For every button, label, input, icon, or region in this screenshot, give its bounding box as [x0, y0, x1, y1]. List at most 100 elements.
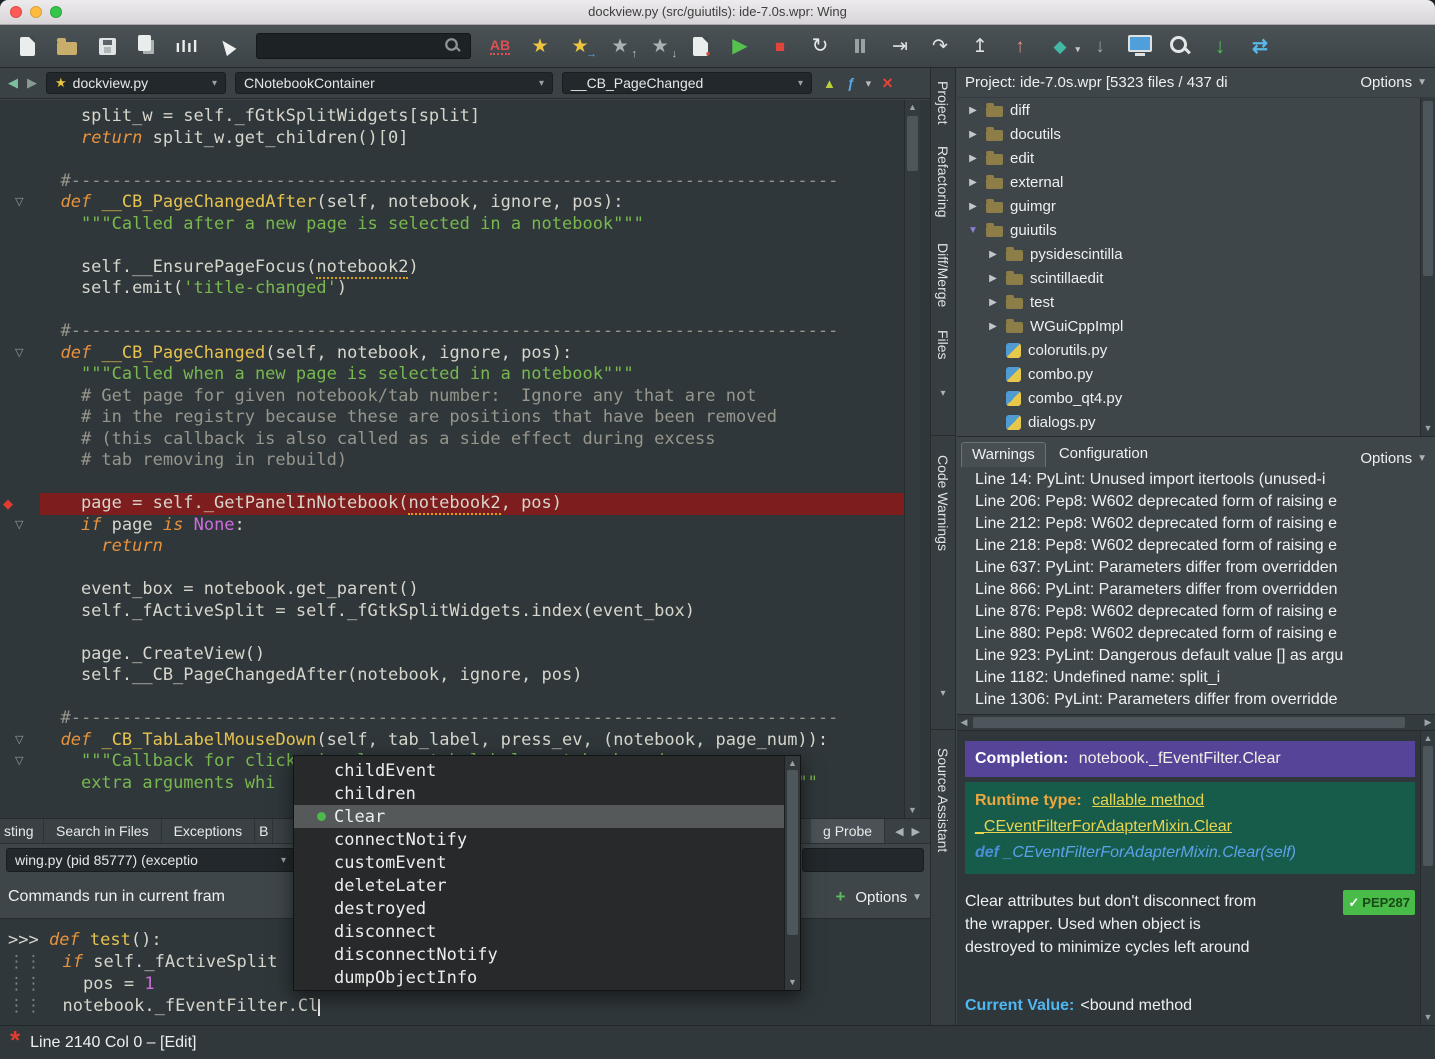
console-line[interactable]: ⋮⋮ notebook._fEventFilter.Cl [8, 995, 930, 1017]
gutter[interactable] [0, 278, 40, 300]
update-button[interactable]: ↓ [1201, 30, 1239, 62]
tab-configuration[interactable]: Configuration [1048, 441, 1159, 467]
scroll-up-icon[interactable]: ▲ [785, 757, 800, 770]
warning-row[interactable]: Line 876: Pep8: W602 deprecated form of … [975, 601, 1435, 623]
code-line[interactable]: self.emit('title-changed') [0, 278, 905, 300]
tree-item-colorutils-py[interactable]: colorutils.py [957, 338, 1421, 362]
scroll-right-icon[interactable]: ▶ [1421, 715, 1435, 730]
new-file-button[interactable] [8, 30, 46, 62]
expand-arrow-icon[interactable]: ▶ [967, 129, 979, 140]
gutter[interactable] [0, 364, 40, 386]
scrollbar-thumb[interactable] [1423, 101, 1433, 276]
gutter[interactable] [0, 386, 40, 408]
gutter[interactable] [0, 450, 40, 472]
scroll-up-icon[interactable]: ▲ [1421, 732, 1435, 745]
gutter[interactable] [0, 773, 40, 795]
history-forward-button[interactable]: ▶ [27, 75, 37, 91]
expand-arrow-icon[interactable]: ▼ [967, 225, 979, 236]
warning-row[interactable]: Line 14: PyLint: Unused import itertools… [975, 469, 1435, 491]
warning-row[interactable]: Line 1306: PyLint: Parameters differ fro… [975, 689, 1435, 711]
tree-item-guiutils[interactable]: ▼guiutils [957, 218, 1421, 242]
spellcheck-button[interactable]: AB [481, 30, 519, 62]
gutter[interactable] [0, 579, 40, 601]
warning-row[interactable]: Line 923: PyLint: Dangerous default valu… [975, 645, 1435, 667]
open-file-button[interactable] [48, 30, 86, 62]
code-line[interactable]: #---------------------------------------… [0, 171, 905, 193]
completion-item[interactable]: destroyed [294, 897, 784, 920]
gutter[interactable]: ▽ [0, 751, 40, 773]
code-line[interactable]: # (this callback is also called as a sid… [0, 429, 905, 451]
code-line[interactable] [0, 687, 905, 709]
step-over-button[interactable]: ↷ [921, 30, 959, 62]
scroll-down-icon[interactable]: ▼ [1421, 422, 1435, 435]
gutter[interactable] [0, 171, 40, 193]
tab-search-in-files[interactable]: Search in Files [44, 819, 162, 843]
scroll-up-icon[interactable]: ▲ [905, 101, 920, 114]
fold-marker-icon[interactable]: ▽ [15, 518, 23, 531]
code-area[interactable]: split_w = self._fGtkSplitWidgets[split] … [0, 100, 905, 818]
tree-item-guimgr[interactable]: ▶guimgr [957, 194, 1421, 218]
warning-row[interactable]: Line 866: PyLint: Parameters differ from… [975, 579, 1435, 601]
expand-arrow-icon[interactable]: ▶ [967, 201, 979, 212]
gutter[interactable] [0, 235, 40, 257]
gutter[interactable] [0, 708, 40, 730]
debug-target-dropdown[interactable]: wing.py (pid 85777) (exceptio ▾ [6, 848, 295, 872]
sync-button[interactable]: ⇄ [1241, 30, 1279, 62]
tool-tab-files[interactable]: Files [931, 322, 955, 368]
start-continue-button[interactable]: ▶ [721, 30, 759, 62]
gutter[interactable] [0, 794, 40, 816]
gutter[interactable] [0, 300, 40, 322]
run-to-cursor-button[interactable]: ◆▾ [1041, 30, 1079, 62]
tree-item-test[interactable]: ▶test [957, 290, 1421, 314]
secondary-dropdown[interactable] [802, 848, 924, 872]
symbol-icon[interactable]: ƒ [847, 75, 855, 91]
warning-row[interactable]: Line 218: Pep8: W602 deprecated form of … [975, 535, 1435, 557]
debug-file-button[interactable]: ● [681, 30, 719, 62]
tree-item-combo_qt4-py[interactable]: combo_qt4.py [957, 386, 1421, 410]
add-icon[interactable]: + [835, 887, 845, 907]
tab-debug-probe[interactable]: g Probe [811, 819, 885, 843]
edit-marks-button[interactable]: ılıl [168, 30, 206, 62]
goto-bookmark-button[interactable]: ★→ [561, 30, 599, 62]
completion-item[interactable]: customEvent [294, 851, 784, 874]
tab-bookmarks[interactable]: B [255, 819, 273, 843]
code-line[interactable]: ▽ def __CB_PageChanged(self, notebook, i… [0, 343, 905, 365]
project-scrollbar[interactable]: ▼ [1420, 98, 1435, 436]
code-line[interactable]: self._fActiveSplit = self._fGtkSplitWidg… [0, 601, 905, 623]
code-line[interactable]: self.__EnsurePageFocus(notebook2) [0, 257, 905, 279]
tree-item-diff[interactable]: ▶diff [957, 98, 1421, 122]
save-all-button[interactable] [128, 30, 166, 62]
chevron-down-icon[interactable]: ▾ [931, 688, 955, 699]
warnings-horizontal-scrollbar[interactable]: ◀ ▶ [957, 714, 1435, 730]
code-line[interactable]: """Called when a new page is selected in… [0, 364, 905, 386]
scrollbar-thumb[interactable] [787, 770, 798, 935]
gutter[interactable] [0, 558, 40, 580]
warning-row[interactable]: Line 1182: Undefined name: split_i [975, 667, 1435, 689]
chevron-down-icon[interactable]: ▾ [931, 388, 955, 399]
tab-scroll-left-icon[interactable]: ◀ [895, 825, 903, 838]
tree-item-scintillaedit[interactable]: ▶scintillaedit [957, 266, 1421, 290]
tree-item-external[interactable]: ▶external [957, 170, 1421, 194]
completion-item[interactable]: deleteLater [294, 874, 784, 897]
gutter[interactable] [0, 149, 40, 171]
editor-vertical-scrollbar[interactable]: ▲ ▼ [904, 100, 920, 818]
tree-item-combo-py[interactable]: combo.py [957, 362, 1421, 386]
select-tool-button[interactable] [208, 30, 246, 62]
expand-arrow-icon[interactable]: ▶ [987, 249, 999, 260]
gutter[interactable] [0, 622, 40, 644]
save-button[interactable] [88, 30, 126, 62]
code-line[interactable]: #---------------------------------------… [0, 321, 905, 343]
expand-arrow-icon[interactable]: ▶ [987, 297, 999, 308]
completion-item[interactable]: Clear [294, 805, 784, 828]
scrollbar-thumb[interactable] [1423, 746, 1433, 866]
warning-row[interactable]: Line 637: PyLint: Parameters differ from… [975, 557, 1435, 579]
tree-item-dialogs-py[interactable]: dialogs.py [957, 410, 1421, 434]
gutter[interactable] [0, 472, 40, 494]
tree-item-pysidescintilla[interactable]: ▶pysidescintilla [957, 242, 1421, 266]
code-line[interactable]: split_w = self._fGtkSplitWidgets[split] [0, 106, 905, 128]
step-out-button[interactable]: ↥ [961, 30, 999, 62]
gutter[interactable]: ▽ [0, 515, 40, 537]
gutter[interactable]: ▽ [0, 730, 40, 752]
search-button[interactable] [1161, 30, 1199, 62]
fold-marker-icon[interactable]: ▽ [15, 754, 23, 767]
